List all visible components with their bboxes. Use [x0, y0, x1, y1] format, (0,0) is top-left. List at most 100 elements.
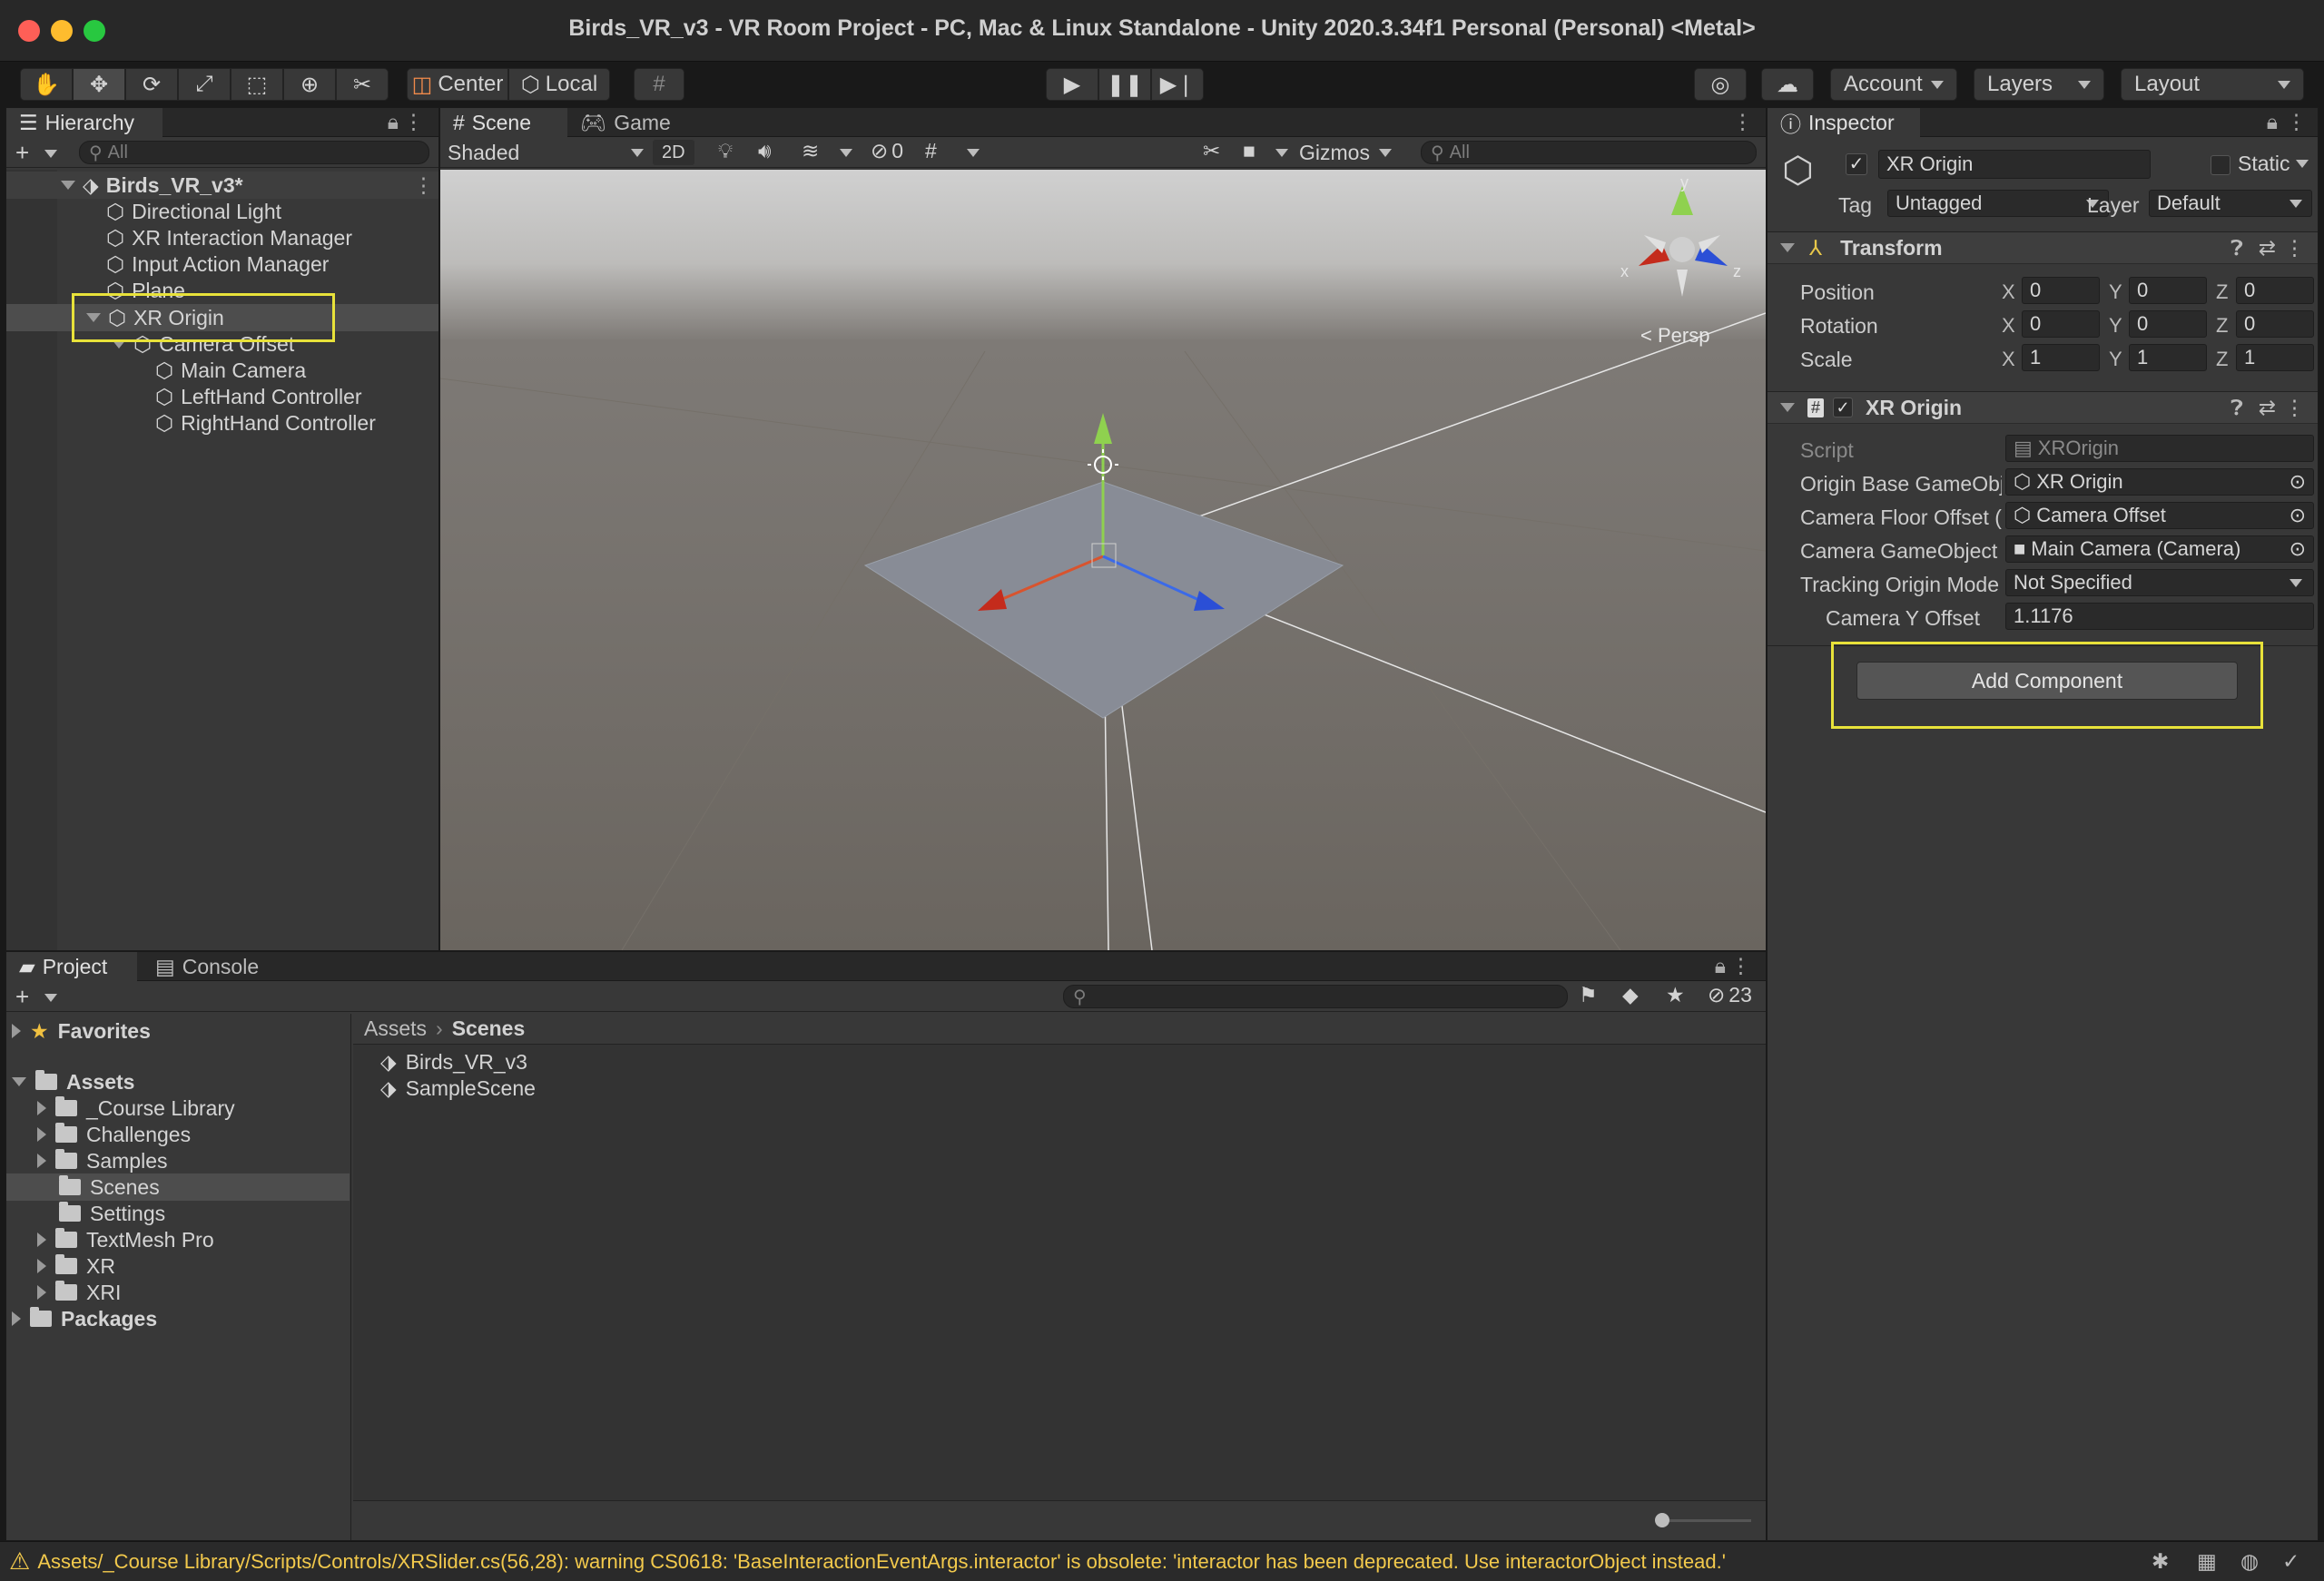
projection-label[interactable]: < Persp [1640, 324, 1709, 347]
help-icon[interactable]: ❓︎ [2230, 236, 2243, 260]
rotate-tool-button[interactable]: ⟳ [125, 68, 178, 101]
object-picker-icon[interactable]: ⊙ [2290, 504, 2306, 527]
draw-mode-dropdown[interactable]: Shaded [448, 137, 644, 168]
audio-icon[interactable]: 🔊︎ [758, 139, 772, 163]
position-y-field[interactable]: 0 [2129, 277, 2207, 304]
progress-check-icon[interactable]: ✓ [2282, 1549, 2299, 1574]
rotation-x-field[interactable]: 0 [2022, 310, 2100, 338]
camera-icon[interactable]: ■ [1243, 139, 1256, 163]
grid-icon[interactable]: # [925, 139, 937, 163]
effects-icon[interactable]: ≋ [802, 139, 819, 163]
fold-arrow-icon[interactable] [61, 181, 75, 190]
fold-arrow-icon[interactable] [37, 1127, 46, 1142]
more-options-icon[interactable]: ⋮ [1730, 954, 1751, 978]
breadcrumb-assets[interactable]: Assets [364, 1016, 427, 1041]
play-button[interactable]: ▶ [1046, 68, 1098, 101]
object-picker-icon[interactable]: ⊙ [2290, 537, 2306, 561]
tab-project[interactable]: ▰ Project [6, 952, 137, 981]
label-tag-icon[interactable]: ◆ [1622, 983, 1639, 1007]
help-icon[interactable]: ❓︎ [2230, 396, 2243, 420]
tools-icon[interactable]: ✂ [1203, 139, 1220, 163]
console-last-message[interactable]: Assets/_Course Library/Scripts/Controls/… [37, 1550, 1726, 1574]
camera-y-offset-field[interactable]: 1.1176 [2005, 603, 2314, 630]
breadcrumb-scenes[interactable]: Scenes [452, 1016, 526, 1041]
tracking-origin-mode-dropdown[interactable]: Not Specified [2005, 569, 2314, 596]
position-x-field[interactable]: 0 [2022, 277, 2100, 304]
fold-arrow-icon[interactable] [37, 1232, 46, 1247]
fold-arrow-icon[interactable] [12, 1311, 21, 1326]
chevron-down-icon[interactable] [44, 994, 57, 1002]
auto-generate-lighting-icon[interactable]: ◍ [2240, 1549, 2259, 1574]
scale-x-field[interactable]: 1 [2022, 344, 2100, 371]
lighting-icon[interactable]: 💡︎ [718, 139, 733, 163]
object-picker-icon[interactable]: ⊙ [2290, 470, 2306, 494]
chevron-down-icon[interactable] [840, 149, 852, 157]
camera-floor-offset-field[interactable]: ⬡ Camera Offset ⊙ [2005, 502, 2314, 529]
scene-search-input[interactable]: ⚲ All [1421, 141, 1757, 164]
scale-z-field[interactable]: 1 [2236, 344, 2314, 371]
transform-tool-button[interactable]: ⊕ [283, 68, 336, 101]
camera-gameobject-field[interactable]: ■ Main Camera (Camera) ⊙ [2005, 535, 2314, 563]
lock-icon[interactable]: 🔒︎ [2267, 110, 2278, 134]
packages-item[interactable]: Packages [12, 1305, 157, 1332]
move-tool-button[interactable]: ✥ [73, 68, 125, 101]
folder-item-scenes[interactable]: Scenes [59, 1173, 160, 1201]
list-item[interactable]: ⬡ Input Action Manager [106, 250, 329, 278]
assets-item[interactable]: Assets [12, 1068, 134, 1095]
transform-header[interactable]: ⅄ Transform ❓︎ ⇄ ⋮ [1768, 231, 2318, 264]
icon-size-slider-thumb[interactable] [1655, 1513, 1669, 1527]
origin-base-field[interactable]: ⬡ XR Origin ⊙ [2005, 468, 2314, 496]
hand-tool-button[interactable]: ✋ [20, 68, 73, 101]
search-by-type-icon[interactable]: ⚑ [1579, 983, 1598, 1007]
tab-hierarchy[interactable]: ☰ Hierarchy [6, 108, 162, 137]
component-enabled-checkbox[interactable]: ✓ [1833, 398, 1854, 417]
status-bar[interactable]: ⚠ Assets/_Course Library/Scripts/Control… [0, 1541, 2324, 1581]
scene-menu-icon[interactable]: ⋮ [413, 173, 434, 198]
create-asset-button[interactable]: + [15, 983, 29, 1011]
folder-item[interactable]: Challenges [37, 1121, 191, 1148]
hidden-objects-toggle[interactable]: ⊘ 0 [871, 139, 903, 163]
favorites-item[interactable]: ★ Favorites [12, 1017, 151, 1045]
tab-inspector[interactable]: ⓘ Inspector [1768, 108, 1920, 137]
add-object-button[interactable]: + [15, 139, 29, 167]
icon-size-slider[interactable] [1660, 1519, 1751, 1522]
presets-icon[interactable]: ⇄ [2259, 396, 2276, 420]
folder-item[interactable]: _Course Library [37, 1095, 235, 1122]
collab-button[interactable]: ◎ [1694, 68, 1747, 101]
scale-tool-button[interactable]: ⤢ [178, 68, 231, 101]
active-checkbox[interactable]: ✓ [1846, 153, 1867, 175]
step-button[interactable]: ▶❘ [1151, 68, 1204, 101]
pivot-center-toggle[interactable]: ◫ Center [407, 68, 508, 101]
lock-icon[interactable]: 🔒︎ [1715, 954, 1726, 978]
fold-arrow-icon[interactable] [37, 1259, 46, 1273]
presets-icon[interactable]: ⇄ [2259, 236, 2276, 260]
pause-button[interactable]: ❚❚ [1098, 68, 1151, 101]
more-options-icon[interactable]: ⋮ [2284, 236, 2305, 260]
chevron-down-icon[interactable] [967, 149, 980, 157]
fold-arrow-icon[interactable] [37, 1101, 46, 1115]
list-item[interactable]: ⬡ XR Interaction Manager [106, 224, 352, 251]
debug-bug-icon[interactable]: ✱ [2152, 1549, 2169, 1574]
cloud-button[interactable]: ☁ [1761, 68, 1814, 101]
scene-file-item[interactable]: ⬗ Birds_VR_v3 [380, 1048, 527, 1075]
folder-item[interactable]: Samples [37, 1147, 167, 1174]
fold-arrow-icon[interactable] [1780, 403, 1795, 412]
account-dropdown[interactable]: Account [1830, 68, 1957, 101]
grid-snap-button[interactable]: # [634, 68, 684, 101]
more-options-icon[interactable]: ⋮ [1732, 110, 1753, 134]
position-z-field[interactable]: 0 [2236, 277, 2314, 304]
project-search-input[interactable]: ⚲ [1063, 985, 1568, 1008]
scale-y-field[interactable]: 1 [2129, 344, 2207, 371]
folder-item[interactable]: Settings [59, 1200, 165, 1227]
rect-tool-button[interactable]: ⬚ [231, 68, 283, 101]
tab-game[interactable]: 🎮︎ Game [567, 108, 676, 137]
folder-item[interactable]: XRI [37, 1279, 121, 1306]
more-options-icon[interactable]: ⋮ [2286, 110, 2307, 134]
scene-file-item[interactable]: ⬗ SampleScene [380, 1075, 536, 1102]
tab-console[interactable]: ▤ Console [143, 952, 279, 981]
lock-icon[interactable]: 🔒︎ [388, 110, 399, 134]
folder-item[interactable]: XR [37, 1252, 115, 1280]
scene-viewport[interactable]: y x z < Persp [440, 170, 1766, 950]
cache-server-icon[interactable]: ▦ [2197, 1549, 2217, 1574]
2d-toggle[interactable]: 2D [653, 140, 694, 165]
